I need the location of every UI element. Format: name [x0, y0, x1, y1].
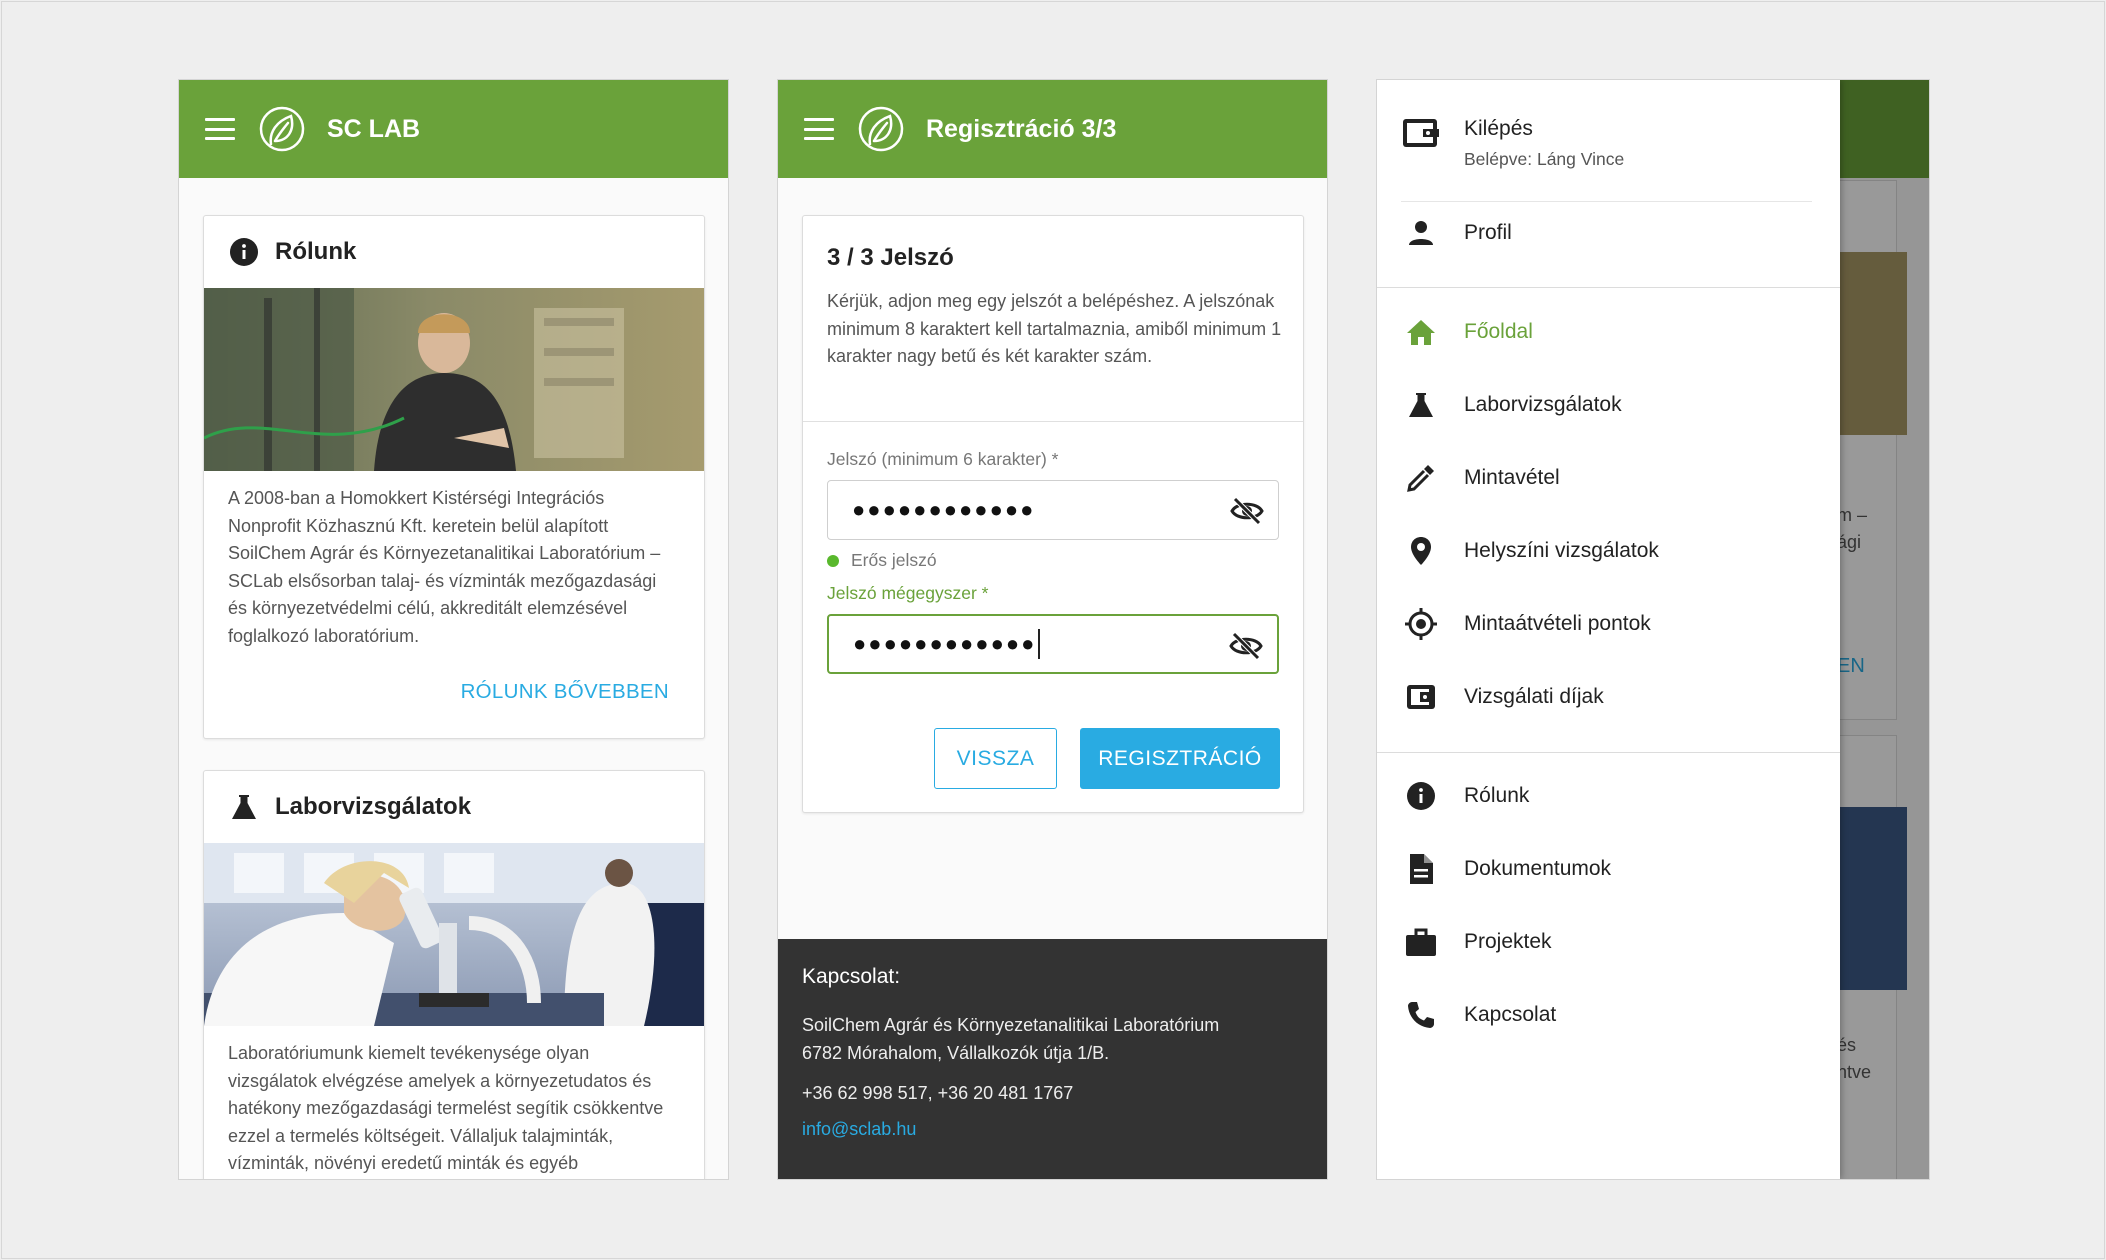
hamburger-menu-icon[interactable]	[205, 118, 235, 140]
logged-in-user: Belépve: Láng Vince	[1464, 149, 1625, 169]
drawer-item-onsite-tests[interactable]: Helyszíni vizsgálatok	[1377, 526, 1840, 576]
app-title: Regisztráció 3/3	[926, 114, 1117, 143]
drawer-item-contact[interactable]: Kapcsolat	[1377, 990, 1840, 1040]
card-text: A 2008-ban a Homokkert Kistérségi Integr…	[228, 488, 661, 646]
screen-registration: Regisztráció 3/3 3 / 3 Jelszó Kérjük, ad…	[777, 79, 1328, 1180]
microscope-photo	[204, 843, 704, 1026]
drawer-item-documents[interactable]: Dokumentumok	[1377, 844, 1840, 894]
divider	[803, 421, 1303, 422]
drawer-item-label: Főoldal	[1464, 320, 1533, 343]
screen-home: SC LAB Rólunk A 2008-ban a Homokkert Kis…	[178, 79, 729, 1180]
drawer-item-fees[interactable]: Vizsgálati díjak	[1377, 672, 1840, 722]
app-bar: SC LAB	[179, 80, 728, 178]
lab-tests-card: Laborvizsgálatok Laboratóriumunk kiemelt…	[203, 770, 705, 1179]
card-title: Rólunk	[275, 238, 357, 265]
text-caret	[1038, 629, 1041, 659]
drawer-item-projects[interactable]: Projektek	[1377, 917, 1840, 967]
info-icon	[1401, 776, 1441, 816]
drawer-item-home[interactable]: Főoldal	[1377, 307, 1840, 357]
eye-off-icon[interactable]	[1230, 496, 1264, 526]
drawer-item-lab-tests[interactable]: Laborvizsgálatok	[1377, 380, 1840, 430]
pipette-icon	[1401, 458, 1441, 498]
divider	[1377, 752, 1840, 753]
screen-nav-drawer: m – ági EN és ntve Kilépés Belépve: Láng…	[1376, 79, 1930, 1180]
logout-label: Kilépés	[1464, 117, 1533, 140]
divider	[1377, 287, 1840, 288]
about-more-link[interactable]: RÓLUNK BŐVEBBEN	[461, 680, 669, 703]
drawer-item-sample-points[interactable]: Mintaátvételi pontok	[1377, 599, 1840, 649]
card-text: Laboratóriumunk kiemelt tevékenysége oly…	[228, 1043, 664, 1173]
flask-icon	[229, 792, 259, 822]
flask-icon	[1401, 385, 1441, 425]
wallet-icon	[1401, 677, 1441, 717]
strength-dot	[827, 554, 839, 567]
phone-icon	[1401, 995, 1441, 1035]
drawer-item-label: Projektek	[1464, 930, 1552, 953]
leaf-logo-icon	[858, 106, 904, 152]
drawer-item-label: Mintaátvételi pontok	[1464, 612, 1651, 635]
drawer-item-label: Mintavétel	[1464, 466, 1560, 489]
about-card: Rólunk A 2008-ban a Homokkert Kistérségi…	[203, 215, 705, 739]
target-icon	[1401, 604, 1441, 644]
card-header: Rólunk	[204, 216, 704, 288]
briefcase-icon	[1401, 922, 1441, 962]
drawer-item-label: Dokumentumok	[1464, 857, 1612, 880]
password-strength: Erős jelszó	[827, 550, 937, 571]
drawer-item-about[interactable]: Rólunk	[1377, 771, 1840, 821]
password-field[interactable]: ●●●●●●●●●●●●	[827, 480, 1279, 540]
lab-technician-photo	[204, 288, 704, 471]
contact-footer: Kapcsolat: SoilChem Agrár és Környezetan…	[778, 939, 1327, 1179]
footer-address-line2: 6782 Mórahalom, Vállalkozók útja 1/B.	[802, 1043, 1110, 1063]
home-icon	[1401, 312, 1441, 352]
drawer-item-label: Vizsgálati díjak	[1464, 685, 1604, 708]
footer-email-link[interactable]: info@sclab.hu	[802, 1119, 1303, 1140]
card-header: Laborvizsgálatok	[204, 771, 704, 843]
form-title: 3 / 3 Jelszó	[827, 244, 954, 271]
drawer-item-label: Helyszíni vizsgálatok	[1464, 539, 1659, 562]
logout-icon	[1403, 119, 1439, 147]
person-icon	[1401, 213, 1441, 253]
form-intro: Kérjük, adjon meg egy jelszót a belépésh…	[827, 291, 1282, 366]
drawer-header[interactable]: Kilépés Belépve: Láng Vince	[1377, 80, 1840, 200]
back-button[interactable]: VISSZA	[934, 728, 1057, 789]
drawer-item-label: Laborvizsgálatok	[1464, 393, 1622, 416]
drawer-item-sampling[interactable]: Mintavétel	[1377, 453, 1840, 503]
password-value: ●●●●●●●●●●●●	[852, 497, 1036, 522]
navigation-drawer: Kilépés Belépve: Láng Vince Profil Főold…	[1377, 80, 1840, 1179]
drawer-item-label: Rólunk	[1464, 784, 1530, 807]
strength-text: Erős jelszó	[851, 550, 937, 570]
leaf-logo-icon	[259, 106, 305, 152]
card-title: Laborvizsgálatok	[275, 793, 472, 820]
drawer-item-profile[interactable]: Profil	[1377, 208, 1840, 258]
confirm-password-field[interactable]: ●●●●●●●●●●●●	[827, 614, 1279, 674]
drawer-item-label: Kapcsolat	[1464, 1003, 1557, 1026]
password-label: Jelszó (minimum 6 karakter) *	[827, 449, 1059, 469]
drawer-item-label: Profil	[1464, 221, 1512, 244]
footer-phones: +36 62 998 517, +36 20 481 1767	[802, 1083, 1074, 1103]
register-button[interactable]: REGISZTRÁCIÓ	[1080, 728, 1280, 789]
confirm-value: ●●●●●●●●●●●●	[853, 631, 1037, 656]
confirm-label: Jelszó mégegyszer *	[827, 583, 989, 603]
eye-off-icon[interactable]	[1229, 631, 1263, 661]
app-title: SC LAB	[327, 114, 421, 143]
hamburger-menu-icon[interactable]	[804, 118, 834, 140]
app-bar: Regisztráció 3/3	[778, 80, 1327, 178]
password-form-card: 3 / 3 Jelszó Kérjük, adjon meg egy jelsz…	[802, 215, 1304, 813]
footer-heading: Kapcsolat:	[802, 965, 901, 988]
map-pin-icon	[1401, 531, 1441, 571]
footer-address-line1: SoilChem Agrár és Környezetanalitikai La…	[802, 1015, 1220, 1035]
info-icon	[229, 237, 259, 267]
document-icon	[1401, 849, 1441, 889]
divider	[1401, 201, 1812, 202]
